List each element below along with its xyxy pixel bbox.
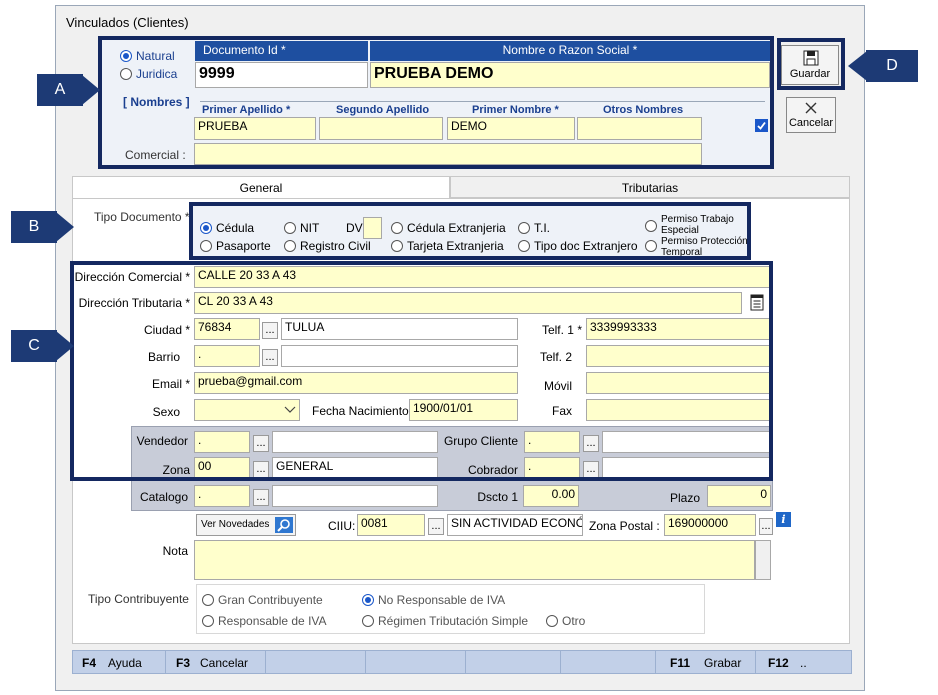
plazo-label: Plazo [669,491,700,505]
status-f3-key: F3 [176,656,191,670]
ciiu-name-input[interactable]: SIN ACTIVIDAD ECONÓM [447,514,583,536]
search-icon [275,517,293,533]
zona-postal-lookup-button[interactable]: ... [759,518,773,535]
callout-d: D [866,50,918,82]
zona-postal-input[interactable]: 169000000 [664,514,756,536]
callout-b-arrow [56,212,74,242]
radio-no-responsable-iva-icon [362,594,374,606]
nota-scrollbar[interactable] [755,540,771,580]
status-f4-label: Ayuda [108,656,142,670]
ver-novedades-button[interactable]: Ver Novedades [196,514,296,536]
status-empty-3 [466,651,561,673]
catalogo-name-input[interactable] [272,485,438,507]
dscto1-input[interactable]: 0.00 [523,485,579,507]
tab-tributarias-label: Tributarias [621,181,679,195]
cancelar-button[interactable]: Cancelar [786,97,836,133]
close-icon [805,102,817,114]
catalogo-code-input[interactable]: . [194,485,250,507]
status-f4[interactable]: F4 Ayuda [72,651,166,673]
info-icon[interactable]: i [776,512,791,527]
radio-gran-contribuyente-icon [202,594,214,606]
callout-b: B [11,211,57,243]
callout-a: A [37,74,83,106]
zona-postal-label: Zona Postal : [589,519,660,533]
status-f3-label: Cancelar [200,656,249,670]
radio-otro[interactable]: Otro [546,614,606,628]
status-f11[interactable]: F11 Grabar [656,651,756,673]
frame-a [98,36,774,169]
nota-textarea[interactable] [194,540,755,580]
tab-tributarias[interactable]: Tributarias [450,176,850,198]
callout-a-arrow [82,75,100,105]
status-f3[interactable]: F3 Cancelar [166,651,266,673]
radio-responsable-iva-icon [202,615,214,627]
plazo-input[interactable]: 0 [707,485,771,507]
status-f12[interactable]: F12 .. [756,651,850,673]
status-empty-4 [561,651,656,673]
catalogo-lookup-button[interactable]: ... [253,489,269,506]
ciiu-code-input[interactable]: 0081 [357,514,425,536]
radio-responsable-iva[interactable]: Responsable de IVA [202,614,342,628]
radio-no-responsable-iva[interactable]: No Responsable de IVA [362,593,522,607]
radio-otro-icon [546,615,558,627]
callout-d-arrow [848,51,867,81]
status-empty-1 [266,651,366,673]
frame-d [777,38,845,90]
nota-label: Nota [162,544,188,558]
status-f12-key: F12 [768,656,789,670]
tab-general-label: General [239,181,283,195]
radio-gran-contribuyente[interactable]: Gran Contribuyente [202,593,342,607]
status-empty-2 [366,651,466,673]
tab-general[interactable]: General [72,176,450,198]
status-f12-label: .. [800,656,807,670]
radio-regimen-simple-icon [362,615,374,627]
tipo-documento-label: Tipo Documento * [94,210,190,224]
radio-regimen-simple[interactable]: Régimen Tributación Simple [362,614,537,628]
window-title: Vinculados (Clientes) [66,15,189,30]
catalogo-label: Catalogo [139,490,188,504]
status-f11-label: Grabar [704,656,742,670]
status-f11-key: F11 [670,656,691,670]
ver-novedades-label: Ver Novedades [201,519,270,530]
ciiu-lookup-button[interactable]: ... [428,518,444,535]
frame-b [189,202,751,260]
tipo-contribuyente-label: Tipo Contribuyente [88,592,189,606]
frame-c [70,261,773,481]
ciiu-label: CIIU: [328,519,356,533]
callout-c: C [11,330,57,362]
cancelar-label: Cancelar [788,117,834,129]
callout-c-arrow [56,331,74,361]
dscto1-label: Dscto 1 [477,490,518,504]
status-f4-key: F4 [82,656,97,670]
